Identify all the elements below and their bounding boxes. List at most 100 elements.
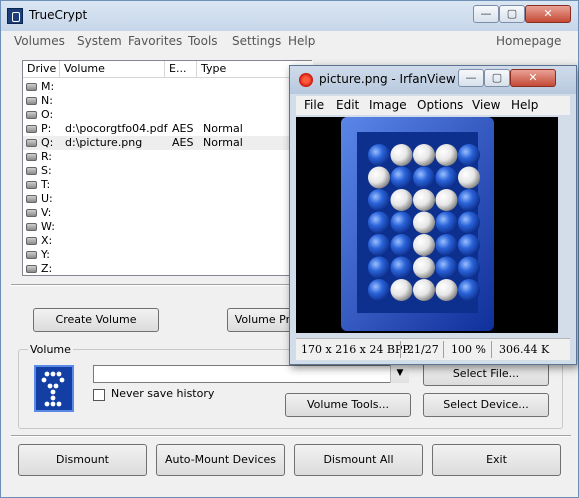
blue-ball [368,211,390,234]
menu-favorites[interactable]: Favorites [128,34,182,48]
blue-ball [435,166,458,189]
create-volume-button[interactable]: Create Volume [33,308,159,332]
drive-icon [26,153,37,161]
drive-row[interactable]: X: [23,234,313,248]
select-file-button[interactable]: Select File... [423,362,549,386]
irfanview-window: picture.png - IrfanView — ▢ ✕ File Edit … [289,65,577,365]
white-ball [390,144,413,166]
volume-path-input[interactable] [93,365,409,383]
irfanview-app-icon [299,73,313,87]
irfanview-maximize-button[interactable]: ▢ [484,69,510,87]
drive-icon [26,237,37,245]
menu-tools[interactable]: Tools [188,34,218,48]
dismount-button[interactable]: Dismount [18,444,147,476]
irfanview-menu-options[interactable]: Options [417,98,463,112]
drive-letter: T: [41,178,51,191]
column-header-drive[interactable]: Drive [23,61,60,78]
irfanview-close-button[interactable]: ✕ [510,69,556,87]
menu-bar: Volumes System Favorites Tools Settings … [1,31,578,50]
drive-icon [26,97,37,105]
title-bar[interactable]: TrueCrypt — ▢ ✕ [1,1,578,31]
irfanview-status-bar: 170 x 216 x 24 BPP 21/27 100 % 306.44 K [296,338,570,360]
drive-letter: U: [41,192,53,205]
minimize-button[interactable]: — [473,5,499,23]
homepage-link[interactable]: Homepage [496,34,561,48]
menu-help[interactable]: Help [288,34,315,48]
chevron-down-icon[interactable]: ▼ [390,365,409,383]
drive-letter: M: [41,80,55,93]
volume-tools-button[interactable]: Volume Tools... [285,393,411,417]
white-ball [435,144,458,166]
drive-row[interactable]: T: [23,178,313,192]
drive-row[interactable]: O: [23,108,313,122]
never-save-history-checkbox[interactable] [93,389,105,401]
drive-row[interactable]: W: [23,220,313,234]
drive-row[interactable]: M: [23,80,313,94]
column-header-encryption[interactable]: E... [165,61,197,78]
drive-letter: Q: [41,136,54,149]
drive-letter: P: [41,122,52,135]
irfanview-menu-file[interactable]: File [304,98,324,112]
drive-letter: O: [41,108,54,121]
blue-ball [390,166,413,189]
drive-icon [26,251,37,259]
irfanview-title-bar[interactable]: picture.png - IrfanView — ▢ ✕ [290,66,576,94]
blue-ball [435,211,458,234]
drive-row[interactable]: U: [23,192,313,206]
irfanview-menu-help[interactable]: Help [511,98,538,112]
white-ball [413,189,435,211]
drive-volume: d:\pocorgtfo04.pdf [65,122,168,135]
blue-ball [368,234,390,256]
select-device-button[interactable]: Select Device... [423,393,549,417]
drive-letter: Y: [41,248,50,261]
status-separator [491,341,492,358]
exit-button[interactable]: Exit [432,444,561,476]
dismount-all-button[interactable]: Dismount All [294,444,423,476]
white-ball [390,279,413,301]
status-separator [443,341,444,358]
column-header-volume[interactable]: Volume [60,61,165,78]
blue-ball [368,279,390,301]
drive-row[interactable]: Y: [23,248,313,262]
status-zoom: 100 % [451,343,486,356]
drive-letter: W: [41,220,55,233]
white-ball [413,256,435,279]
drive-row[interactable]: S: [23,164,313,178]
close-button[interactable]: ✕ [525,5,571,23]
blue-ball [458,256,480,279]
drive-icon [26,139,37,147]
status-index: 21/27 [407,343,439,356]
white-ball [390,189,413,211]
maximize-button[interactable]: ▢ [499,5,525,23]
menu-system[interactable]: System [77,34,122,48]
menu-settings[interactable]: Settings [232,34,281,48]
truecrypt-volume-icon [34,365,74,412]
white-ball [413,144,435,166]
irfanview-menu-image[interactable]: Image [369,98,407,112]
drive-icon [26,209,37,217]
irfanview-menu-view[interactable]: View [472,98,500,112]
irfanview-menu-edit[interactable]: Edit [336,98,359,112]
irfanview-minimize-button[interactable]: — [458,69,484,87]
image-view[interactable] [296,117,558,333]
drive-icon [26,223,37,231]
blue-ball [368,256,390,279]
drive-row[interactable]: R: [23,150,313,164]
drive-row[interactable]: P: d:\pocorgtfo04.pdf AES Normal [23,122,313,136]
irfanview-window-title: picture.png - IrfanView [319,72,456,86]
drive-list[interactable]: Drive Volume E... Type M: N: O: P: d:\poc… [22,60,313,276]
drive-row-selected[interactable]: Q: d:\picture.png AES Normal [23,136,313,150]
blue-ball [390,234,413,256]
never-save-history-label[interactable]: Never save history [111,387,214,400]
drive-row[interactable]: Z: [23,262,313,276]
white-ball [413,279,435,301]
status-filesize: 306.44 K [499,343,550,356]
drive-row[interactable]: V: [23,206,313,220]
auto-mount-devices-button[interactable]: Auto-Mount Devices [156,444,285,476]
drive-icon [26,195,37,203]
blue-ball [458,279,480,301]
drive-encryption: AES [172,122,194,135]
drive-row[interactable]: N: [23,94,313,108]
menu-volumes[interactable]: Volumes [14,34,65,48]
drive-letter: R: [41,150,53,163]
